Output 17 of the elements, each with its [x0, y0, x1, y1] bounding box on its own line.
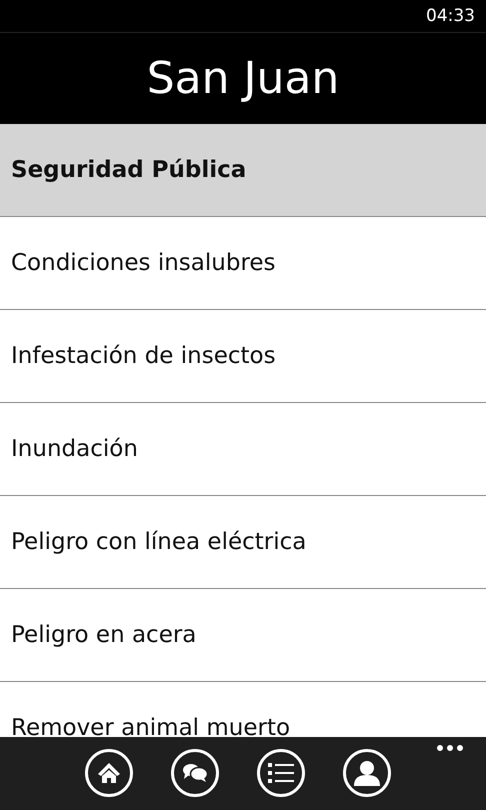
list-item[interactable]: Peligro con línea eléctrica: [0, 496, 486, 589]
list-item[interactable]: Seguridad Pública: [0, 124, 486, 217]
more-icon[interactable]: [436, 744, 464, 752]
chat-button[interactable]: [171, 749, 219, 797]
clock-time: 04:33: [426, 6, 475, 26]
list-item[interactable]: Condiciones insalubres: [0, 217, 486, 310]
person-icon: [354, 760, 380, 786]
home-icon: [97, 761, 121, 785]
home-button[interactable]: [85, 749, 133, 797]
chat-bubbles-icon: [182, 763, 208, 783]
list-button[interactable]: [257, 749, 305, 797]
list-item[interactable]: Inundación: [0, 403, 486, 496]
page-title: San Juan: [146, 53, 340, 104]
list-icon: [268, 762, 294, 784]
list-item[interactable]: Infestación de insectos: [0, 310, 486, 403]
profile-button[interactable]: [343, 749, 391, 797]
list-item[interactable]: Peligro en acera: [0, 589, 486, 682]
